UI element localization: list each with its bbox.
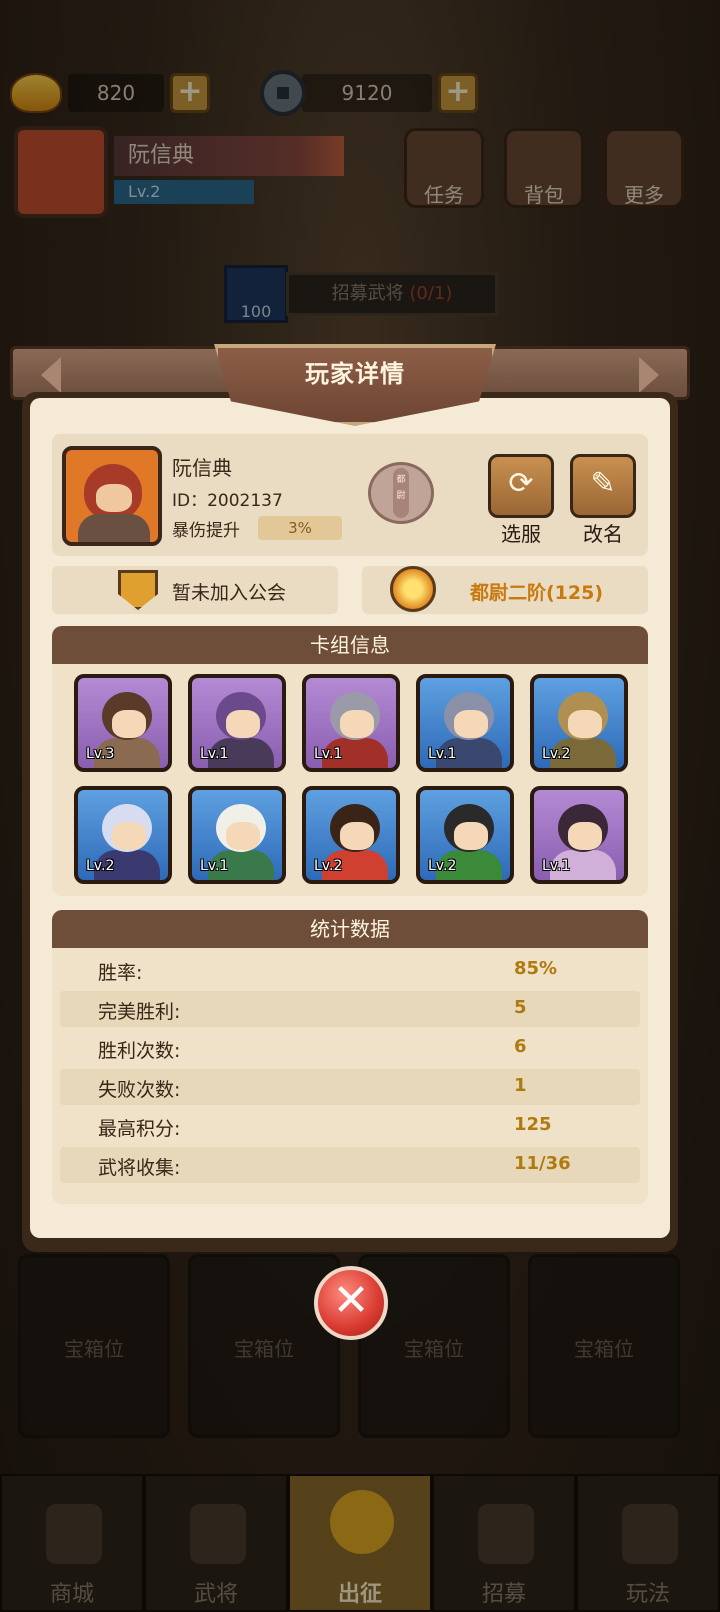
hero-level: Lv.1 [200, 858, 229, 874]
stat-label: 胜利次数: [98, 1040, 181, 1062]
stat-row: 胜率: 85% [60, 952, 640, 988]
rank-medal-icon [390, 566, 436, 612]
hero-level: Lv.2 [428, 858, 457, 874]
hero-face [340, 710, 374, 738]
hero-card[interactable]: Lv.2 [416, 786, 514, 884]
hero-face [112, 822, 146, 850]
hero-level: Lv.2 [542, 746, 571, 762]
hero-card[interactable]: Lv.1 [530, 786, 628, 884]
stat-value: 6 [514, 1036, 527, 1057]
change-server-button[interactable]: ⟳ [488, 454, 554, 518]
stat-value: 5 [514, 997, 527, 1018]
player-name: 阮信典 [172, 456, 232, 480]
stat-row: 最高积分: 125 [60, 1108, 640, 1144]
hero-card[interactable]: Lv.1 [416, 674, 514, 772]
rank-title: 都尉二阶(125) [470, 582, 604, 604]
hero-level: Lv.1 [428, 746, 457, 762]
avatar-face [96, 484, 132, 512]
hero-face [340, 822, 374, 850]
hero-card[interactable]: Lv.3 [74, 674, 172, 772]
hero-face [454, 710, 488, 738]
stat-row: 失败次数: 1 [60, 1069, 640, 1105]
player-avatar[interactable] [62, 446, 162, 546]
rename-button[interactable]: ✎ [570, 454, 636, 518]
stat-row: 完美胜利: 5 [60, 991, 640, 1027]
stat-value: 125 [514, 1114, 552, 1135]
hero-card[interactable]: Lv.1 [188, 674, 286, 772]
hero-face [568, 710, 602, 738]
stat-value: 11/36 [514, 1153, 571, 1174]
rank-badge-text: 都尉 [393, 468, 409, 518]
stat-label: 武将收集: [98, 1157, 181, 1179]
close-button[interactable]: ✕ [314, 1266, 388, 1340]
stat-value: 85% [514, 958, 558, 979]
stat-label: 最高积分: [98, 1118, 181, 1140]
hero-face [568, 822, 602, 850]
stat-value: 1 [514, 1075, 527, 1096]
hero-level: Lv.3 [86, 746, 115, 762]
hero-card[interactable]: Lv.1 [188, 786, 286, 884]
hero-face [226, 822, 260, 850]
hero-card[interactable]: Lv.2 [530, 674, 628, 772]
hero-card[interactable]: Lv.2 [74, 786, 172, 884]
stat-row: 胜利次数: 6 [60, 1030, 640, 1066]
hero-card[interactable]: Lv.1 [302, 674, 400, 772]
stat-label: 胜率: [98, 962, 143, 984]
crit-bonus-label: 暴伤提升 [172, 521, 240, 541]
hero-card[interactable]: Lv.2 [302, 786, 400, 884]
player-id: ID：2002137 [172, 491, 283, 511]
avatar-body [78, 514, 150, 542]
close-icon: ✕ [332, 1275, 370, 1326]
stat-label: 完美胜利: [98, 1001, 181, 1023]
modal-title: 玩家详情 [305, 360, 405, 388]
stat-label: 失败次数: [98, 1079, 181, 1101]
stats-section-title: 统计数据 [52, 910, 648, 948]
change-server-label: 选服 [501, 522, 541, 546]
hero-face [112, 710, 146, 738]
hero-face [226, 710, 260, 738]
hero-level: Lv.2 [314, 858, 343, 874]
crit-bonus-value: 3% [258, 516, 342, 540]
refresh-icon: ⟳ [508, 466, 534, 501]
stat-row: 武将收集: 11/36 [60, 1147, 640, 1183]
hero-level: Lv.1 [542, 858, 571, 874]
pencil-icon: ✎ [590, 466, 616, 501]
deck-section-title: 卡组信息 [52, 626, 648, 664]
hero-level: Lv.1 [200, 746, 229, 762]
hero-face [454, 822, 488, 850]
rename-label: 改名 [583, 522, 623, 546]
hero-level: Lv.1 [314, 746, 343, 762]
hero-level: Lv.2 [86, 858, 115, 874]
guild-status: 暂未加入公会 [172, 582, 287, 604]
